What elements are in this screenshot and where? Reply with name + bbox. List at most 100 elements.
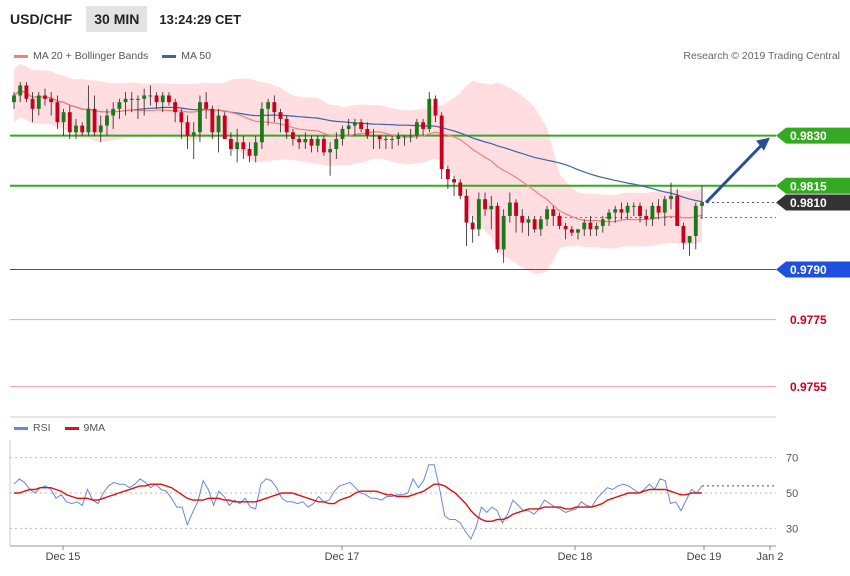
- candle-body: [600, 219, 605, 226]
- candle: [427, 92, 432, 133]
- candle: [260, 102, 264, 149]
- candle: [681, 222, 686, 250]
- rsi-series-rsi: [13, 464, 703, 540]
- level-label-support: 0.9790: [790, 263, 827, 277]
- candle-body: [216, 115, 221, 133]
- candle: [687, 236, 692, 257]
- candle-body: [12, 95, 16, 103]
- candle-body: [241, 142, 246, 149]
- candle-body: [470, 222, 475, 230]
- rsi-tick-label: 30: [786, 523, 798, 535]
- candle-body: [402, 135, 407, 137]
- candle-body: [700, 202, 704, 206]
- candle-body: [588, 222, 593, 230]
- candle-body: [24, 85, 29, 99]
- candle-body: [693, 205, 698, 236]
- candle-body: [551, 209, 556, 216]
- candle-body: [154, 95, 159, 103]
- candle-body: [662, 199, 667, 213]
- level-label-current: 0.9810: [790, 196, 827, 210]
- candle-body: [278, 112, 283, 119]
- candle-body: [160, 95, 165, 103]
- candle-body: [383, 138, 388, 140]
- candle-body: [247, 149, 252, 156]
- candle-body: [681, 225, 686, 243]
- candle-body: [390, 138, 395, 140]
- level-label-resistance: 0.9815: [790, 179, 827, 193]
- candle-body: [507, 202, 512, 216]
- candle-body: [340, 128, 345, 139]
- candle-body: [229, 138, 233, 149]
- candle-body: [30, 98, 35, 109]
- candle-body: [148, 95, 153, 97]
- candle-body: [576, 229, 580, 233]
- candle-body: [650, 205, 655, 220]
- candle-body: [284, 118, 289, 133]
- candle-body: [185, 122, 190, 136]
- candle-body: [321, 138, 326, 153]
- candle-body: [619, 209, 624, 213]
- candle-body: [607, 212, 611, 220]
- chart-canvas: 0.9830 0.9815 0.9810 0.9790 0.9775 0.9755 30 5…: [9, 63, 850, 563]
- candle-body: [538, 219, 543, 230]
- x-tick-label: Dec 18: [558, 551, 593, 563]
- candle-body: [315, 138, 320, 146]
- candle-body: [669, 195, 673, 200]
- candle-body: [18, 85, 23, 96]
- candle-body: [129, 98, 134, 100]
- bollinger-bands: [14, 63, 702, 274]
- candle-body: [117, 102, 122, 109]
- price-levels: [10, 134, 776, 388]
- candle-body: [105, 115, 109, 126]
- candle-body: [61, 112, 66, 123]
- candle-body: [303, 138, 308, 143]
- rsi-tick-label: 50: [786, 488, 798, 500]
- candle-body: [67, 112, 72, 133]
- rsi-panel: 30 50 70: [10, 453, 798, 540]
- candle-body: [675, 195, 680, 226]
- candle-body: [445, 169, 450, 180]
- rsi-tick-label: 70: [786, 453, 798, 465]
- level-labels: 0.9830 0.9815 0.9810 0.9790 0.9775 0.9755: [776, 127, 850, 394]
- candle-body: [458, 182, 463, 196]
- x-tick-label: Dec 19: [687, 551, 722, 563]
- x-axis-labels: Dec 15 Dec 17 Dec 18 Dec 19 Jan 2: [46, 546, 783, 563]
- candle-body: [43, 95, 47, 99]
- candle-body: [557, 215, 562, 226]
- bollinger-band-area: [14, 63, 702, 274]
- candle-body: [520, 215, 525, 223]
- candle-body: [36, 95, 41, 109]
- candle-body: [235, 142, 240, 149]
- candle-body: [74, 125, 78, 133]
- candle-body: [371, 135, 376, 137]
- candle-body: [86, 108, 91, 133]
- candle-body: [414, 122, 419, 136]
- candle-body: [427, 98, 432, 129]
- candle-body: [433, 98, 438, 116]
- candle-body: [439, 115, 444, 170]
- x-tick-label: Dec 15: [46, 551, 81, 563]
- candle-body: [290, 132, 295, 139]
- candle-body: [266, 102, 271, 109]
- candle-body: [476, 199, 481, 230]
- candle-body: [111, 108, 116, 116]
- candle-body: [92, 108, 97, 133]
- candle-body: [253, 142, 258, 156]
- candle-body: [408, 135, 413, 137]
- candle-body: [179, 112, 184, 123]
- projection-arrow-shaft: [704, 141, 766, 204]
- candle-body: [272, 102, 277, 113]
- candle-body: [532, 219, 537, 230]
- candle-body: [569, 229, 574, 233]
- candle-body: [452, 179, 456, 183]
- candle: [470, 215, 475, 243]
- candle-body: [204, 102, 209, 109]
- candle-body: [464, 195, 469, 223]
- candle-body: [222, 115, 227, 139]
- candle-body: [638, 205, 642, 216]
- candle-body: [365, 128, 370, 136]
- candle: [495, 202, 500, 253]
- candle-body: [55, 102, 60, 123]
- x-tick-label: Dec 17: [325, 551, 360, 563]
- candle-body: [98, 125, 103, 133]
